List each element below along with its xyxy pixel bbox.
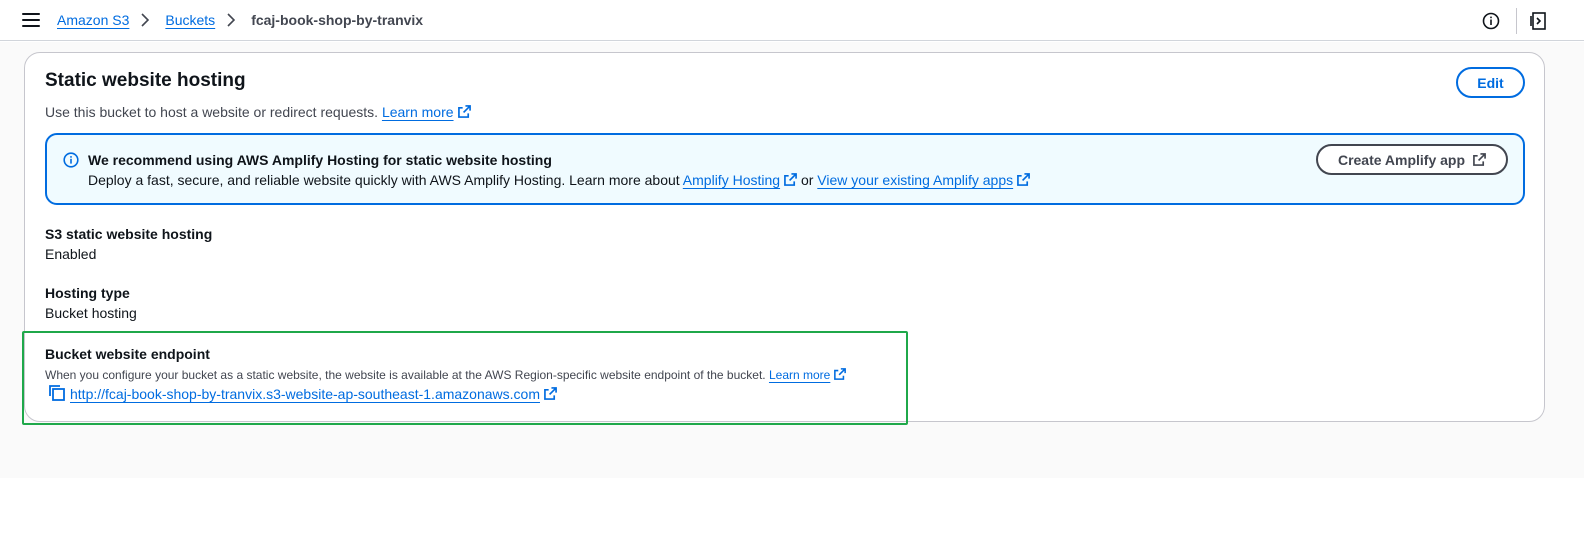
hosting-type-value: Bucket hosting xyxy=(45,305,137,321)
alert-body: Deploy a fast, secure, and reliable webs… xyxy=(88,172,1031,188)
create-amplify-app-label: Create Amplify app xyxy=(1337,151,1466,168)
create-amplify-app-button[interactable]: Create Amplify app xyxy=(1316,144,1508,175)
hosting-status-label: S3 static website hosting xyxy=(45,226,213,242)
endpoint-url-text: http://fcaj-book-shop-by-tranvix.s3-webs… xyxy=(70,386,540,402)
top-navigation-bar: Amazon S3 Buckets fcaj-book-shop-by-tran… xyxy=(0,0,1584,41)
breadcrumb-amazon-s3[interactable]: Amazon S3 xyxy=(57,12,129,28)
endpoint-learn-more-link[interactable]: Learn more xyxy=(768,368,847,382)
edit-button[interactable]: Edit xyxy=(1456,67,1525,98)
chevron-right-icon xyxy=(141,13,153,27)
view-amplify-apps-label: View your existing Amplify apps xyxy=(817,172,1014,188)
card-description-text: Use this bucket to host a website or red… xyxy=(45,104,379,120)
copy-icon[interactable] xyxy=(48,384,66,402)
view-amplify-apps-link[interactable]: View your existing Amplify apps xyxy=(817,172,1031,188)
external-link-icon xyxy=(457,105,471,118)
hosting-type-label: Hosting type xyxy=(45,285,130,301)
external-link-icon xyxy=(784,173,797,186)
alert-title: We recommend using AWS Amplify Hosting f… xyxy=(88,152,552,168)
external-link-icon xyxy=(544,387,557,400)
card-title: Static website hosting xyxy=(45,70,246,91)
endpoint-description: When you configure your bucket as a stat… xyxy=(45,368,847,382)
amplify-hosting-link[interactable]: Amplify Hosting xyxy=(683,172,797,188)
breadcrumb-buckets[interactable]: Buckets xyxy=(165,12,215,28)
alert-body-text: Deploy a fast, secure, and reliable webs… xyxy=(88,172,680,188)
bucket-website-endpoint-section: Bucket website endpoint When you configu… xyxy=(22,331,908,425)
endpoint-learn-more-label: Learn more xyxy=(768,368,831,382)
hosting-status-value: Enabled xyxy=(45,246,97,262)
card-description: Use this bucket to host a website or red… xyxy=(45,104,471,120)
chevron-right-icon xyxy=(227,13,239,27)
external-link-icon xyxy=(1017,173,1031,186)
endpoint-url-link[interactable]: http://fcaj-book-shop-by-tranvix.s3-webs… xyxy=(70,386,557,402)
endpoint-description-text: When you configure your bucket as a stat… xyxy=(45,368,766,382)
alert-or-text: or xyxy=(800,172,814,188)
info-icon xyxy=(63,152,79,168)
external-link-icon xyxy=(834,368,847,380)
hamburger-menu-icon[interactable] xyxy=(22,13,40,29)
endpoint-label: Bucket website endpoint xyxy=(45,346,210,362)
learn-more-label: Learn more xyxy=(381,104,454,120)
amplify-hosting-label: Amplify Hosting xyxy=(682,172,781,188)
split-panel-icon[interactable] xyxy=(1530,11,1548,31)
external-link-icon xyxy=(1473,153,1486,166)
toolbar-divider xyxy=(1516,8,1517,34)
amplify-recommendation-alert: We recommend using AWS Amplify Hosting f… xyxy=(45,133,1525,205)
info-icon[interactable] xyxy=(1482,12,1500,30)
breadcrumb: Amazon S3 Buckets fcaj-book-shop-by-tran… xyxy=(57,12,423,28)
learn-more-link[interactable]: Learn more xyxy=(382,104,471,120)
breadcrumb-current-bucket: fcaj-book-shop-by-tranvix xyxy=(251,12,424,28)
